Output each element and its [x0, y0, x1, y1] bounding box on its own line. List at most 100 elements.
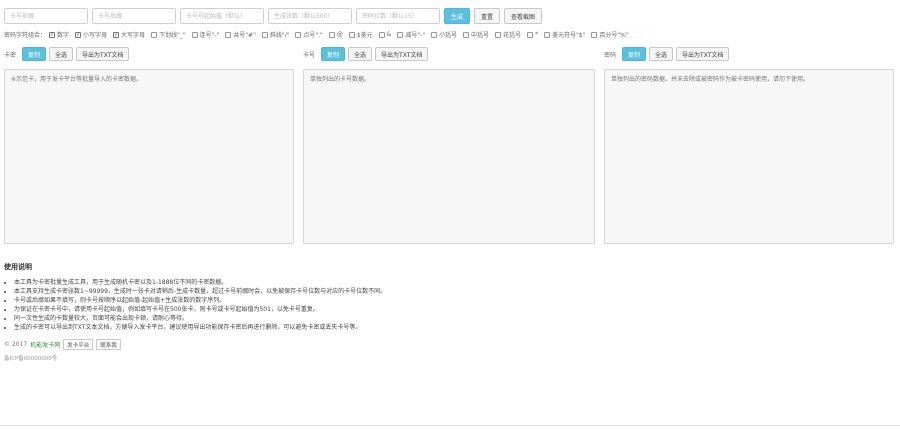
charset-option-label: 美元符号"$" [552, 32, 586, 39]
select-all-button[interactable]: 全选 [49, 47, 74, 61]
copy-button[interactable]: 复制 [321, 47, 346, 61]
view-screenshot-button[interactable]: 查看截图 [504, 8, 543, 24]
quantity-input[interactable] [268, 8, 352, 24]
charset-option[interactable]: * [527, 31, 538, 38]
column-title: 卡号 [303, 51, 316, 59]
select-all-button[interactable]: 全选 [348, 47, 373, 61]
generate-button[interactable]: 生成 [444, 8, 471, 24]
icp-record: 备ICP备00000000号 [4, 356, 58, 362]
export-txt-button[interactable]: 导出为TXT文档 [676, 47, 730, 61]
copyright-text: © 2017 [4, 341, 28, 348]
checkbox-icon[interactable] [261, 31, 268, 38]
card-suffix-input[interactable] [92, 8, 176, 24]
export-txt-button[interactable]: 导出为TXT文档 [76, 47, 130, 61]
card-prefix-input[interactable] [4, 8, 88, 24]
charset-options: 密码字符组合： ✓ 数字 ✓ 小写字母 ✓ 大写字母 下划线"_" 连号"-" 井号"#" 斜线"… [4, 30, 635, 39]
checkbox-icon[interactable] [225, 31, 232, 38]
charset-option-label: 百分号"%" [599, 32, 629, 39]
charset-option-label: 减号"-" [405, 32, 426, 39]
charset-option[interactable]: 美元符号"$" [544, 30, 585, 39]
checkbox-icon[interactable] [191, 31, 198, 38]
charset-option-label: $美元 [356, 32, 373, 39]
charset-option-label: 点号"." [303, 32, 323, 39]
charset-option[interactable]: 花括号 [495, 30, 521, 39]
charset-option[interactable]: 连号"-" [191, 30, 220, 39]
usage-item: 同一次性生成的卡数量较大，页面可能会出现卡顿，请耐心等待。 [14, 314, 884, 323]
usage-item: 本工具为卡密批量生成工具，用于生成随机卡密以及1-1888位不同的卡密数据。 [14, 278, 884, 287]
charset-option-label: 小写字母 [83, 32, 108, 39]
checkbox-icon[interactable] [378, 31, 385, 38]
charset-option[interactable]: 百分号"%" [591, 30, 629, 39]
footer-button-contact[interactable]: 联系我 [96, 339, 121, 350]
charset-option-list: ✓ 数字 ✓ 小写字母 ✓ 大写字母 下划线"_" 连号"-" 井号"#" 斜线"/" 点号"." @… [49, 30, 635, 39]
charset-option-label: 大写字母 [121, 32, 146, 39]
site-link[interactable]: 机能发卡网 [30, 340, 60, 349]
usage-list: 本工具为卡密批量生成工具，用于生成随机卡密以及1-1888位不同的卡密数据。 本… [4, 278, 884, 332]
checkbox-icon[interactable]: ✓ [75, 31, 82, 38]
charset-option[interactable]: ✓ 小写字母 [75, 30, 107, 39]
checkbox-icon[interactable] [397, 31, 404, 38]
checkbox-icon[interactable] [328, 31, 335, 38]
cardnumber-textarea[interactable] [303, 69, 595, 244]
export-txt-button[interactable]: 导出为TXT文档 [375, 47, 429, 61]
charset-option[interactable]: 点号"." [295, 30, 323, 39]
charset-label: 密码字符组合： [4, 32, 47, 39]
column-title: 密码 [604, 51, 617, 59]
usage-item: 卡号或后缀如果不填写，则卡号按顺序以起始值-起始值+生成张数的数字序列。 [14, 296, 884, 305]
charset-option-label: 井号"#" [233, 32, 256, 39]
usage-item: 生成的卡密可以导出到TXT文本文档，方便导入发卡平台，建议使用导出功能保存卡密后… [14, 323, 884, 332]
checkbox-icon[interactable] [544, 31, 551, 38]
usage-instructions: 使用说明 本工具为卡密批量生成工具，用于生成随机卡密以及1-1888位不同的卡密… [4, 262, 884, 332]
charset-option[interactable]: 下划线"_" [151, 30, 186, 39]
checkbox-icon[interactable] [527, 31, 534, 38]
charset-option-label: * [535, 31, 539, 38]
charset-option-label: 花括号 [503, 32, 522, 39]
column-cardnumber: 卡号 复制 全选 导出为TXT文档 [303, 47, 595, 244]
password-length-input[interactable] [356, 8, 440, 24]
charset-option-label: 小括号 [439, 32, 458, 39]
generator-toolbar: 生成 重置 查看截图 [4, 8, 543, 24]
password-textarea[interactable] [604, 69, 894, 244]
copy-button[interactable]: 复制 [22, 47, 47, 61]
checkbox-icon[interactable]: ✓ [113, 31, 120, 38]
checkbox-icon[interactable] [348, 31, 355, 38]
footer-button-platform[interactable]: 发卡平台 [63, 339, 94, 350]
page-divider [0, 425, 900, 426]
checkbox-icon[interactable] [591, 31, 598, 38]
cardpass-textarea[interactable] [4, 69, 294, 244]
charset-option[interactable]: ✓ 大写字母 [113, 30, 145, 39]
charset-option-label: 下划线"_" [159, 32, 186, 39]
charset-option-label: 数字 [57, 32, 70, 39]
copy-button[interactable]: 复制 [622, 47, 647, 61]
charset-option[interactable]: & [378, 31, 392, 38]
column-cardpass: 卡密 复制 全选 导出为TXT文档 [4, 47, 294, 244]
charset-option[interactable]: 减号"-" [397, 30, 425, 39]
checkbox-icon[interactable] [431, 31, 438, 38]
column-title: 卡密 [4, 51, 17, 59]
footer: © 2017 机能发卡网 发卡平台 联系我 [4, 339, 121, 350]
charset-option[interactable]: 小括号 [431, 30, 457, 39]
charset-option[interactable]: 斜线"/" [261, 30, 290, 39]
charset-option-label: @ [336, 31, 343, 38]
charset-option[interactable]: 井号"#" [225, 30, 256, 39]
charset-option-label: 斜线"/" [269, 32, 290, 39]
charset-option[interactable]: ✓ 数字 [49, 30, 69, 39]
usage-title: 使用说明 [4, 263, 32, 271]
reset-button[interactable]: 重置 [474, 8, 501, 24]
usage-item: 本工具支持生成卡密张数1~99999，生成时一张卡对请稍后-生成卡数量，超过卡号… [14, 287, 884, 296]
charset-option-label: & [386, 31, 392, 38]
checkbox-icon[interactable] [495, 31, 502, 38]
charset-option[interactable]: @ [328, 31, 343, 38]
usage-item: 为保证在卡密卡号中，请使用卡号起始值，例如填写卡号在500张卡，则卡号或卡号起始… [14, 305, 884, 314]
card-start-input[interactable] [180, 8, 264, 24]
charset-option[interactable]: $美元 [348, 30, 373, 39]
checkbox-icon[interactable] [151, 31, 158, 38]
checkbox-icon[interactable] [463, 31, 470, 38]
select-all-button[interactable]: 全选 [649, 47, 674, 61]
checkbox-icon[interactable] [295, 31, 302, 38]
checkbox-icon[interactable]: ✓ [49, 31, 56, 38]
charset-option[interactable]: 中括号 [463, 30, 489, 39]
charset-option-label: 连号"-" [199, 32, 220, 39]
column-password: 密码 复制 全选 导出为TXT文档 [604, 47, 894, 244]
charset-option-label: 中括号 [471, 32, 490, 39]
